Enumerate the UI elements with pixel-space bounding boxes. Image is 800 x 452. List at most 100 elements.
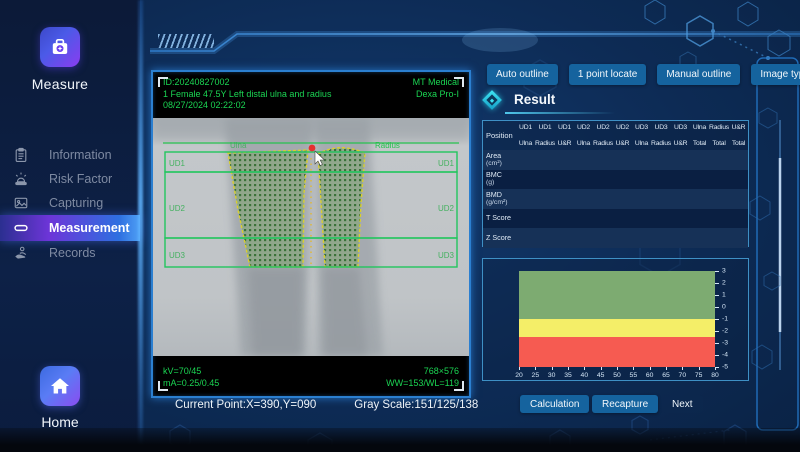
- exposure-overlay: kV=70/45 mA=0.25/0.45: [163, 366, 219, 389]
- x-axis-tick: [699, 367, 700, 370]
- result-table: Position UD1UlnaUD1RadiusUD1U&RUD2UlnaUD…: [482, 120, 749, 247]
- x-axis-tick: [682, 367, 683, 370]
- y-axis-tick: [715, 307, 719, 308]
- alert-lamp-icon: [12, 171, 29, 188]
- x-axis-tick-label: 35: [564, 372, 572, 379]
- xray-image-panel[interactable]: ID:20240827002 1 Female 47.5Y Left dista…: [151, 70, 471, 398]
- corner-bracket: [158, 77, 168, 87]
- app-title: Measure: [0, 76, 120, 92]
- care-hand-icon: [12, 245, 29, 262]
- radius-label: Radius: [375, 141, 400, 150]
- image-meta-overlay: 768×576 WW=153/WL=119: [386, 366, 459, 389]
- one-point-locate-button[interactable]: 1 point locate: [569, 64, 647, 85]
- x-axis-tick-label: 60: [646, 372, 654, 379]
- sidebar-item-measurement[interactable]: Measurement: [0, 215, 140, 241]
- result-diamond-icon: [482, 90, 502, 110]
- window-level-value: WW=153/WL=119: [386, 378, 459, 390]
- sidebar-nav: Information Risk Factor Capturing: [0, 141, 140, 265]
- svg-text:UD3: UD3: [169, 251, 186, 260]
- exam-datetime: 08/27/2024 02:22:02: [163, 100, 331, 112]
- result-column-header: UlnaTotal: [690, 121, 709, 150]
- y-axis-tick-label: -5: [722, 364, 728, 371]
- sidebar-item-label: Capturing: [49, 196, 103, 210]
- x-axis-tick-label: 80: [711, 372, 719, 379]
- current-point-readout: Current Point:X=390,Y=090: [175, 399, 316, 411]
- result-column-header: UD2U&R: [613, 121, 632, 150]
- x-axis-tick-label: 70: [679, 372, 687, 379]
- sidebar-item-information[interactable]: Information: [0, 143, 140, 167]
- sidebar-item-records[interactable]: Records: [0, 241, 140, 265]
- x-axis-tick-label: 75: [695, 372, 703, 379]
- result-column-header: UD2Radius: [593, 121, 613, 150]
- sidebar-item-capturing[interactable]: Capturing: [0, 191, 140, 215]
- svg-text:UD1: UD1: [169, 159, 186, 168]
- next-button[interactable]: Next: [662, 395, 703, 413]
- y-axis-tick: [715, 343, 719, 344]
- image-type-button[interactable]: Image type: [751, 64, 800, 85]
- y-axis-tick-label: -3: [722, 340, 728, 347]
- recapture-button[interactable]: Recapture: [592, 395, 658, 413]
- result-column-header: UD3Ulna: [632, 121, 651, 150]
- y-axis-tick: [715, 331, 719, 332]
- result-row-area: Area(cm²): [483, 150, 748, 170]
- kv-value: kV=70/45: [163, 366, 219, 378]
- x-axis-tick-label: 40: [581, 372, 589, 379]
- y-axis-tick-label: 2: [722, 280, 726, 287]
- ulna-roi-outline[interactable]: [318, 148, 365, 267]
- x-axis-tick: [519, 367, 520, 370]
- result-column-header: UD3U&R: [671, 121, 690, 150]
- band-normal: [519, 271, 715, 319]
- y-axis-tick: [715, 319, 719, 320]
- measure-app-icon: [40, 27, 80, 67]
- home-label: Home: [0, 414, 120, 430]
- result-column-header: U&RTotal: [729, 121, 748, 150]
- result-column-header: UD1U&R: [555, 121, 574, 150]
- result-row-t-score: T Score: [483, 209, 748, 229]
- x-axis-tick: [650, 367, 651, 370]
- result-column-header: UD2Ulna: [574, 121, 593, 150]
- sidebar: Measure Information Risk Factor: [0, 0, 140, 452]
- x-axis-tick-label: 45: [597, 372, 605, 379]
- result-title-underline: [505, 112, 615, 114]
- home-button[interactable]: [40, 366, 80, 406]
- header-hatch-decoration: [158, 34, 214, 48]
- device-info-overlay: MT Medical Dexa Pro-I: [413, 77, 459, 100]
- ma-value: mA=0.25/0.45: [163, 378, 219, 390]
- tscore-reference-chart: 202530354045505560657075803210-1-2-3-4-5: [482, 258, 749, 381]
- xray-image[interactable]: Ulna Radius UD1 UD1 UD2 UD2 UD3 UD3: [153, 118, 469, 356]
- sidebar-item-label: Information: [49, 148, 112, 162]
- x-axis-tick-label: 20: [515, 372, 523, 379]
- manual-outline-button[interactable]: Manual outline: [657, 64, 740, 85]
- x-axis-tick: [552, 367, 553, 370]
- y-axis-tick-label: 3: [722, 268, 726, 275]
- meter-icon: [12, 220, 29, 237]
- band-osteopenia: [519, 319, 715, 337]
- status-bar: Current Point:X=390,Y=090 Gray Scale:151/…: [175, 399, 516, 411]
- auto-outline-button[interactable]: Auto outline: [487, 64, 558, 85]
- calculation-button[interactable]: Calculation: [520, 395, 589, 413]
- result-table-header: Position UD1UlnaUD1RadiusUD1U&RUD2UlnaUD…: [483, 121, 748, 150]
- band-osteoporosis: [519, 337, 715, 367]
- sidebar-item-risk-factor[interactable]: Risk Factor: [0, 167, 140, 191]
- gray-scale-readout: Gray Scale:151/125/138: [354, 399, 478, 411]
- y-axis-tick: [715, 367, 719, 368]
- sidebar-item-label: Measurement: [49, 221, 130, 235]
- result-row-z-score: Z Score: [483, 228, 748, 248]
- x-axis-tick-label: 65: [662, 372, 670, 379]
- result-column-header: UD1Ulna: [516, 121, 535, 150]
- x-axis-tick-label: 55: [630, 372, 638, 379]
- corner-bracket: [454, 381, 464, 391]
- y-axis-tick-label: -1: [722, 316, 728, 323]
- ulna-label: Ulna: [230, 141, 247, 150]
- y-axis-tick: [715, 295, 719, 296]
- svg-text:UD2: UD2: [438, 204, 455, 213]
- result-column-header: RadiusTotal: [709, 121, 729, 150]
- x-axis-tick-label: 50: [613, 372, 621, 379]
- device-model: Dexa Pro-I: [413, 89, 459, 101]
- result-column-header: UD3Radius: [651, 121, 671, 150]
- result-column-header: UD1Radius: [535, 121, 555, 150]
- svg-text:UD3: UD3: [438, 251, 455, 260]
- patient-id: ID:20240827002: [163, 77, 331, 89]
- x-axis-tick-label: 30: [548, 372, 556, 379]
- y-axis-tick: [715, 283, 719, 284]
